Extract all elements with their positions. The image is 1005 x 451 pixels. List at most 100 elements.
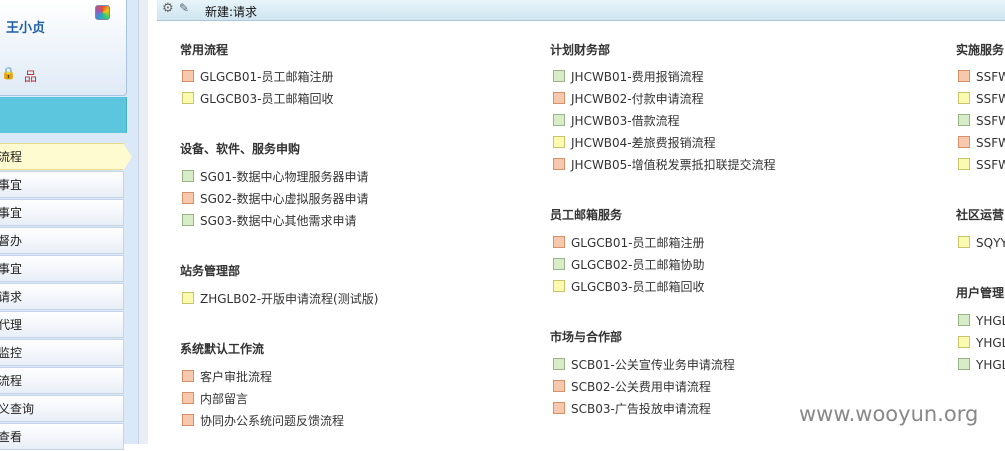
org-chart-icon[interactable]: 品	[24, 66, 37, 85]
workflow-link[interactable]: JHCWB05-增值税发票抵扣联提交流程	[553, 157, 776, 173]
sidebar-item-label: 查看	[0, 430, 23, 444]
sidebar-item[interactable]: 事宜	[0, 255, 124, 282]
workflow-link[interactable]: JHCWB01-费用报销流程	[553, 69, 704, 85]
workflow-link[interactable]: SSFW	[958, 157, 1005, 173]
workflow-link[interactable]: SG03-数据中心其他需求申请	[182, 213, 357, 229]
workflow-link[interactable]: GLGCB03-员工邮箱回收	[182, 91, 334, 107]
theme-color-icon[interactable]	[95, 5, 110, 20]
workflow-link[interactable]: JHCWB04-差旅费报销流程	[553, 135, 716, 151]
section-title: 站务管理部	[180, 264, 241, 278]
gear-icon[interactable]: ⚙	[162, 1, 174, 16]
workflow-square-icon	[182, 192, 194, 204]
workflow-label: GLGCB01-员工邮箱注册	[571, 236, 705, 250]
section-title: 社区运营	[956, 208, 1005, 222]
left-sidebar: 王小贞 🔒 品 流程 事宜 事宜 督办 事宜 请求 代理 监控 流程 义查询 查…	[0, 0, 138, 450]
workflow-link[interactable]: GLGCB03-员工邮箱回收	[553, 279, 705, 295]
workflow-label: YHGL	[976, 314, 1005, 328]
workflow-link[interactable]: 内部留言	[182, 391, 248, 407]
workflow-link[interactable]: SQYY	[958, 235, 1005, 251]
workflow-link[interactable]: YHGL	[958, 313, 1005, 329]
sidebar-item[interactable]: 监控	[0, 339, 124, 366]
workflow-link[interactable]: JHCWB02-付款申请流程	[553, 91, 704, 107]
sidebar-item-label: 义查询	[0, 402, 35, 416]
workflow-link[interactable]: GLGCB01-员工邮箱注册	[553, 235, 705, 251]
sidebar-item-process[interactable]: 流程	[0, 143, 132, 171]
sidebar-item[interactable]: 流程	[0, 367, 124, 394]
workflow-square-icon	[553, 380, 565, 392]
sidebar-item[interactable]: 请求	[0, 283, 124, 310]
toolbar: ⚙ ✎ 新建:请求	[157, 0, 1005, 21]
workflow-square-icon	[958, 136, 970, 148]
panel-divider[interactable]	[138, 0, 148, 444]
page-title: 新建:请求	[205, 5, 258, 19]
sidebar-item-label: 流程	[0, 150, 23, 164]
user-name[interactable]: 王小贞	[6, 17, 45, 36]
workflow-label: GLGCB03-员工邮箱回收	[571, 280, 705, 294]
workflow-link[interactable]: YHGL	[958, 357, 1005, 373]
workflow-square-icon	[958, 70, 970, 82]
workflow-square-icon	[182, 370, 194, 382]
user-panel: 王小贞 🔒 品	[0, 0, 127, 96]
sidebar-menu: 流程 事宜 事宜 督办 事宜 请求 代理 监控 流程 义查询 查看	[0, 143, 138, 451]
workflow-square-icon	[958, 236, 970, 248]
workflow-link[interactable]: SSFW	[958, 91, 1005, 107]
workflow-label: SCB01-公关宣传业务申请流程	[571, 358, 735, 372]
workflow-square-icon	[553, 280, 565, 292]
workflow-link[interactable]: SSFW	[958, 135, 1005, 151]
workflow-square-icon	[182, 392, 194, 404]
workflow-link[interactable]: 协同办公系统问题反馈流程	[182, 413, 344, 429]
sidebar-item[interactable]: 督办	[0, 227, 124, 254]
workflow-square-icon	[553, 70, 565, 82]
section-title: 市场与合作部	[550, 330, 623, 344]
sidebar-item[interactable]: 事宜	[0, 199, 124, 226]
workflow-link[interactable]: SCB01-公关宣传业务申请流程	[553, 357, 735, 373]
workflow-link[interactable]: GLGCB01-员工邮箱注册	[182, 69, 334, 85]
workflow-link[interactable]: YHGL	[958, 335, 1005, 351]
workflow-label: 客户审批流程	[200, 370, 273, 384]
sidebar-item-label: 事宜	[0, 206, 23, 220]
workflow-label: JHCWB03-借款流程	[571, 114, 680, 128]
workflow-square-icon	[958, 314, 970, 326]
workflow-label: SG03-数据中心其他需求申请	[200, 214, 357, 228]
workflow-square-icon	[553, 92, 565, 104]
workflow-square-icon	[958, 92, 970, 104]
sidebar-item[interactable]: 义查询	[0, 395, 124, 422]
workflow-label: SCB02-公关费用申请流程	[571, 380, 711, 394]
sidebar-item[interactable]: 查看	[0, 423, 124, 450]
section-title: 常用流程	[180, 43, 229, 57]
workflow-label: SSFW	[976, 92, 1005, 106]
section-title: 员工邮箱服务	[550, 208, 623, 222]
workflow-label: ZHGLB02-开版申请流程(测试版)	[200, 292, 379, 306]
sidebar-item[interactable]: 事宜	[0, 171, 124, 198]
sidebar-item-label: 请求	[0, 290, 23, 304]
workflow-link[interactable]: SSFW	[958, 69, 1005, 85]
workflow-link[interactable]: SG02-数据中心虚拟服务器申请	[182, 191, 369, 207]
workflow-link[interactable]: ZHGLB02-开版申请流程(测试版)	[182, 291, 378, 307]
section-title: 用户管理	[956, 286, 1005, 300]
workflow-link[interactable]: SG01-数据中心物理服务器申请	[182, 169, 369, 185]
sidebar-item-label: 监控	[0, 346, 23, 360]
tools-icon[interactable]: ✎	[179, 1, 189, 15]
workflow-link[interactable]: 客户审批流程	[182, 369, 272, 385]
workflow-link[interactable]: SSFW	[958, 113, 1005, 129]
workflow-link[interactable]: SCB03-广告投放申请流程	[553, 401, 711, 417]
workflow-label: SG02-数据中心虚拟服务器申请	[200, 192, 369, 206]
workflow-square-icon	[553, 236, 565, 248]
workflow-label: SSFW	[976, 114, 1005, 128]
workflow-link[interactable]: JHCWB03-借款流程	[553, 113, 680, 129]
workflow-label: SQYY	[976, 236, 1005, 250]
lock-icon[interactable]: 🔒	[1, 66, 16, 80]
workflow-label: GLGCB03-员工邮箱回收	[200, 92, 334, 106]
workflow-label: SCB03-广告投放申请流程	[571, 402, 711, 416]
sidebar-item-label: 代理	[0, 318, 23, 332]
workflow-square-icon	[182, 414, 194, 426]
main-content: ⚙ ✎ 新建:请求 常用流程 GLGCB01-员工邮箱注册 GLGCB03-员工…	[157, 0, 1005, 444]
section-title: 实施服务	[956, 43, 1005, 57]
workflow-link[interactable]: GLGCB02-员工邮箱协助	[553, 257, 705, 273]
sidebar-item[interactable]: 代理	[0, 311, 124, 338]
workflow-square-icon	[182, 214, 194, 226]
workflow-label: JHCWB01-费用报销流程	[571, 70, 704, 84]
workflow-square-icon	[553, 358, 565, 370]
workflow-link[interactable]: SCB02-公关费用申请流程	[553, 379, 711, 395]
section-title: 计划财务部	[550, 43, 611, 57]
